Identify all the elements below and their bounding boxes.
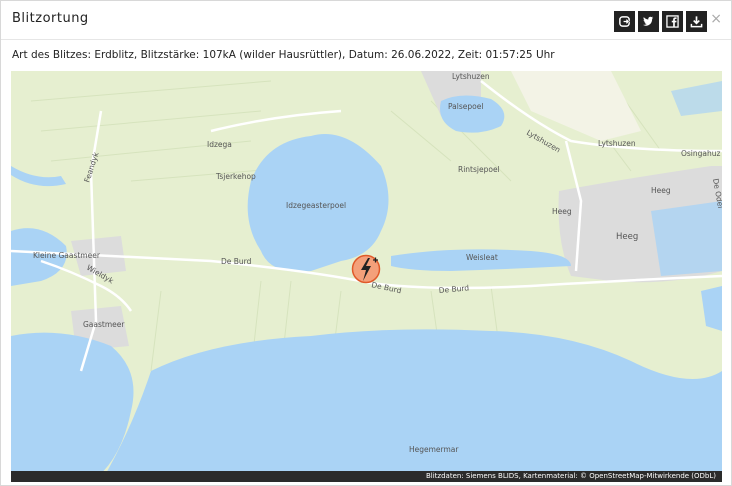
label-kleine-gaastmeer: Kleine Gaastmeer	[33, 251, 101, 260]
twitter-button[interactable]	[638, 11, 659, 32]
label-palsepoel: Palsepoel	[448, 102, 483, 111]
label-rintsjepoel: Rintsjepoel	[458, 165, 500, 174]
lightning-marker[interactable]	[351, 254, 381, 284]
heeg-harbour	[651, 201, 722, 276]
label-idzegeasterpoel: Idzegeasterpoel	[286, 201, 346, 210]
lightning-info: Art des Blitzes: Erdblitz, Blitzstärke: …	[12, 49, 555, 61]
label-hegemermar: Hegemermar	[409, 445, 459, 454]
share-button[interactable]	[614, 11, 635, 32]
close-button[interactable]: ×	[710, 11, 722, 27]
share-toolbar	[614, 11, 707, 32]
share-icon	[619, 16, 630, 27]
map-canvas[interactable]: Lytshuzen Palsepoel Lytshuzen Lytshuzen …	[11, 71, 722, 482]
label-tsjerkehop: Tsjerkehop	[215, 172, 256, 181]
download-icon	[690, 16, 703, 28]
label-lytshuzen-top: Lytshuzen	[452, 72, 490, 81]
label-de-burd-left: De Burd	[221, 257, 252, 266]
facebook-button[interactable]	[662, 11, 683, 32]
download-button[interactable]	[686, 11, 707, 32]
twitter-icon	[642, 16, 654, 26]
label-weisleat: Weisleat	[466, 253, 498, 262]
label-heeg-main: Heeg	[616, 232, 638, 242]
facebook-icon	[666, 15, 679, 28]
label-idzega: Idzega	[207, 140, 232, 149]
lightning-modal: Blitzortung × Art des Blitzes: Erdblitz,…	[0, 0, 732, 486]
label-lytshuzen-right: Lytshuzen	[598, 139, 636, 148]
map-attribution: Blitzdaten: Siemens BLIDS, Kartenmateria…	[11, 471, 722, 482]
label-osingahuzen: Osingahuz	[681, 149, 721, 158]
label-heeg-east: Heeg	[651, 186, 671, 195]
label-gaastmeer: Gaastmeer	[83, 320, 125, 329]
header-divider	[1, 39, 731, 40]
label-heeg-small: Heeg	[552, 207, 572, 216]
modal-title: Blitzortung	[12, 11, 89, 26]
map-view[interactable]: Lytshuzen Palsepoel Lytshuzen Lytshuzen …	[11, 71, 722, 482]
